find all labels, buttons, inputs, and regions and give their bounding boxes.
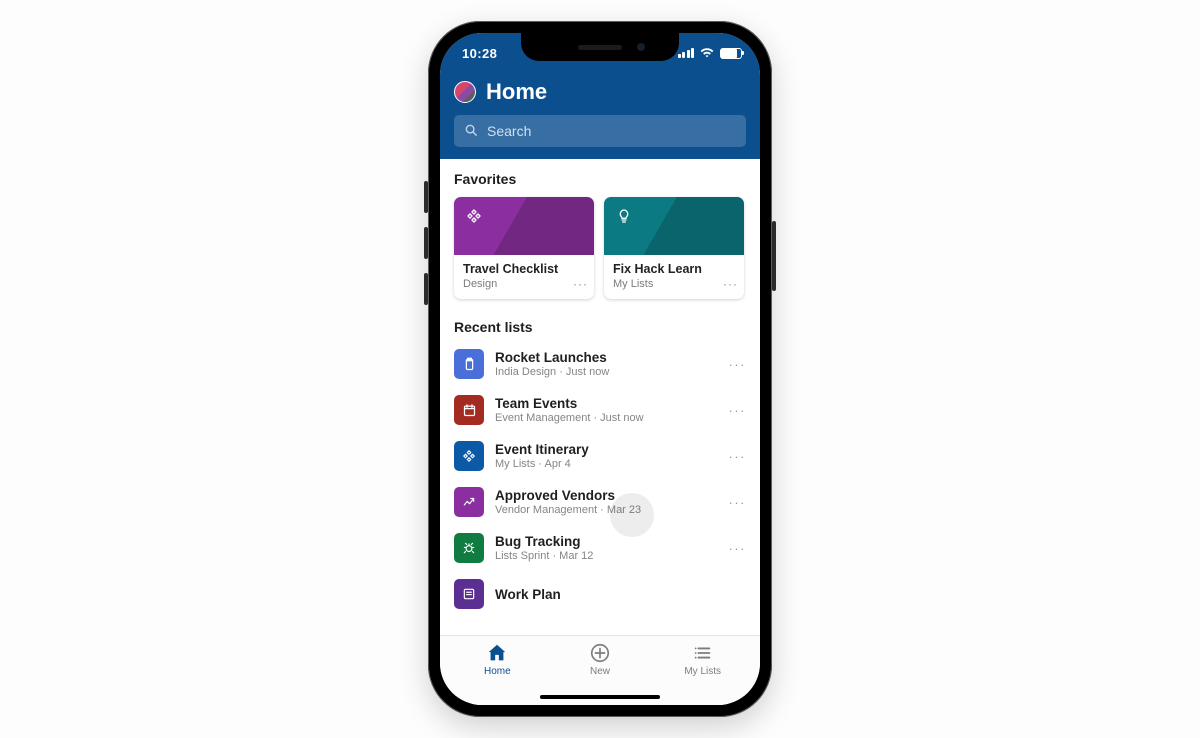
list-item[interactable]: Event Itinerary My Lists · Apr 4 ···: [440, 433, 760, 479]
wifi-icon: [700, 48, 714, 58]
list-item-subtitle: Event Management · Just now: [495, 412, 718, 424]
tab-label: Home: [484, 666, 511, 677]
bug-icon: [454, 533, 484, 563]
more-button[interactable]: ···: [723, 277, 738, 291]
search-input[interactable]: [487, 123, 736, 139]
lightbulb-icon: [614, 206, 634, 226]
more-button[interactable]: ···: [729, 357, 747, 372]
more-button[interactable]: ···: [729, 541, 747, 556]
favorites-heading: Favorites: [440, 171, 760, 197]
favorites-row: Travel Checklist Design ··· Fix Hack Lea…: [440, 197, 760, 317]
home-indicator[interactable]: [540, 695, 660, 699]
trend-icon: [454, 487, 484, 517]
search-bar[interactable]: [454, 115, 746, 147]
list-item-subtitle: My Lists · Apr 4: [495, 458, 718, 470]
list-item[interactable]: Approved Vendors Vendor Management · Mar…: [440, 479, 760, 525]
list-item-subtitle: India Design · Just now: [495, 366, 718, 378]
list-item[interactable]: Work Plan: [440, 571, 760, 609]
device-notch: [521, 33, 679, 61]
list-item-title: Event Itinerary: [495, 442, 718, 457]
tab-label: My Lists: [684, 666, 721, 677]
more-button[interactable]: ···: [729, 403, 747, 418]
list-item-title: Team Events: [495, 396, 718, 411]
calendar-icon: [454, 395, 484, 425]
tab-home[interactable]: Home: [446, 642, 549, 705]
favorite-subtitle: My Lists: [613, 278, 735, 290]
app-header: Home: [440, 73, 760, 159]
content-area[interactable]: Favorites Travel Checklist Design ···: [440, 159, 760, 635]
more-button[interactable]: ···: [729, 449, 747, 464]
list-item-subtitle: Lists Sprint · Mar 12: [495, 550, 718, 562]
search-icon: [464, 123, 478, 140]
plan-icon: [454, 579, 484, 609]
list-item-title: Work Plan: [495, 587, 746, 602]
favorite-card[interactable]: Travel Checklist Design ···: [454, 197, 594, 299]
avatar[interactable]: [454, 81, 476, 103]
more-button[interactable]: ···: [729, 495, 747, 510]
favorite-subtitle: Design: [463, 278, 585, 290]
phone-frame: 10:28 Home: [428, 21, 772, 717]
more-button[interactable]: ···: [573, 277, 588, 291]
favorite-name: Fix Hack Learn: [613, 262, 735, 276]
recent-heading: Recent lists: [440, 319, 760, 341]
list-item[interactable]: Rocket Launches India Design · Just now …: [440, 341, 760, 387]
favorite-name: Travel Checklist: [463, 262, 585, 276]
recent-list: Rocket Launches India Design · Just now …: [440, 341, 760, 609]
list-item-title: Rocket Launches: [495, 350, 718, 365]
signal-icon: [678, 48, 695, 58]
list-item-title: Bug Tracking: [495, 534, 718, 549]
screen: 10:28 Home: [440, 33, 760, 705]
battery-icon: [720, 48, 742, 59]
clipboard-icon: [454, 349, 484, 379]
tab-my-lists[interactable]: My Lists: [651, 642, 754, 705]
favorite-card[interactable]: Fix Hack Learn My Lists ···: [604, 197, 744, 299]
status-time: 10:28: [462, 46, 497, 61]
waypoint-icon: [464, 206, 484, 226]
tab-label: New: [590, 666, 610, 677]
page-title: Home: [486, 79, 547, 105]
list-item-subtitle: Vendor Management · Mar 23: [495, 504, 718, 516]
waypoint-icon: [454, 441, 484, 471]
list-item[interactable]: Team Events Event Management · Just now …: [440, 387, 760, 433]
list-item-title: Approved Vendors: [495, 488, 718, 503]
list-item[interactable]: Bug Tracking Lists Sprint · Mar 12 ···: [440, 525, 760, 571]
